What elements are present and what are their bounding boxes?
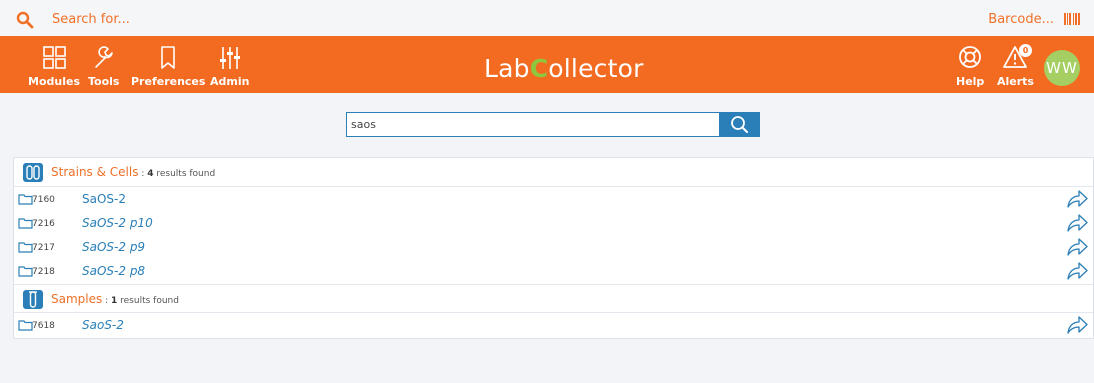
section-separator: :: [138, 169, 148, 179]
folder-icon[interactable]: [18, 242, 33, 253]
nav-preferences-label: Preferences: [131, 75, 206, 88]
result-id: 7217: [32, 243, 55, 253]
nav-modules[interactable]: Modules: [28, 45, 80, 88]
result-row[interactable]: 7218 SaOS-2 p8: [14, 260, 1093, 284]
strains-cells-module-icon[interactable]: [23, 163, 43, 182]
nav-admin[interactable]: Admin: [210, 45, 249, 88]
nav-help-label: Help: [956, 75, 985, 88]
result-row[interactable]: 7160 SaOS-2: [14, 188, 1093, 212]
search-icon[interactable]: [16, 11, 34, 29]
share-arrow-icon[interactable]: [1066, 189, 1088, 209]
main-search-form: [346, 112, 760, 137]
logo-text-lab: Lab: [484, 54, 530, 83]
result-name-link[interactable]: SaOS-2 p10: [82, 216, 153, 230]
global-search-input[interactable]: Search for...: [52, 12, 130, 27]
logo-text-c: C: [529, 54, 549, 83]
section-header-strains-cells: Strains & Cells : 4 results found: [14, 158, 1093, 187]
bookmark-icon: [161, 46, 176, 69]
result-name-link[interactable]: SaOS-2 p8: [82, 264, 145, 278]
top-search-bar: Search for... Barcode...: [0, 0, 1094, 36]
test-tubes-icon: [26, 165, 40, 180]
folder-icon[interactable]: [18, 218, 33, 229]
result-name-link[interactable]: SaOS-2: [82, 192, 126, 206]
result-id: 7160: [32, 195, 55, 205]
folder-icon[interactable]: [18, 194, 33, 205]
lifebuoy-icon: [959, 46, 982, 68]
result-row[interactable]: 7217 SaOS-2 p9: [14, 236, 1093, 260]
results-count-suffix: results found: [153, 169, 216, 179]
alerts-count-badge: 0: [1019, 44, 1032, 57]
result-name-link[interactable]: SaOS-2 p9: [82, 240, 145, 254]
grid-icon: [43, 46, 66, 69]
wrench-icon: [94, 46, 113, 68]
search-input[interactable]: [346, 112, 719, 137]
results-count-suffix: results found: [117, 296, 179, 306]
nav-tools-label: Tools: [88, 75, 120, 88]
section-title: Samples : 1 results found: [51, 292, 179, 306]
search-button[interactable]: [719, 112, 760, 137]
share-arrow-icon[interactable]: [1066, 315, 1088, 335]
section-title-text[interactable]: Samples: [51, 292, 102, 306]
folder-icon[interactable]: [18, 320, 33, 331]
section-separator: :: [102, 296, 112, 306]
section-title-text[interactable]: Strains & Cells: [51, 165, 138, 179]
share-arrow-icon[interactable]: [1066, 237, 1088, 257]
result-row[interactable]: 7216 SaOS-2 p10: [14, 212, 1093, 236]
section-header-samples: Samples : 1 results found: [14, 284, 1093, 313]
nav-modules-label: Modules: [28, 75, 80, 88]
result-id: 7618: [32, 321, 55, 331]
results-count: 1 results found: [111, 296, 179, 306]
nav-preferences[interactable]: Preferences: [131, 45, 205, 88]
folder-icon[interactable]: [18, 266, 33, 277]
sliders-icon: [219, 47, 240, 69]
nav-alerts-label: Alerts: [997, 75, 1034, 88]
main-header: Modules Tools Preferences Admin LabColle…: [0, 36, 1094, 93]
barcode-search-link[interactable]: Barcode...: [988, 12, 1054, 27]
result-row[interactable]: 7618 SaoS-2: [14, 314, 1093, 338]
share-arrow-icon[interactable]: [1066, 261, 1088, 281]
logo-text-ollector: ollector: [548, 54, 644, 83]
result-id: 7216: [32, 219, 55, 229]
nav-admin-label: Admin: [210, 75, 250, 88]
nav-tools[interactable]: Tools: [88, 45, 119, 88]
labcollector-logo[interactable]: LabCollector: [484, 54, 644, 83]
search-results-panel: Strains & Cells : 4 results found 7160 S…: [13, 157, 1094, 339]
results-count: 4 results found: [147, 169, 215, 179]
section-title: Strains & Cells : 4 results found: [51, 165, 215, 179]
result-id: 7218: [32, 267, 55, 277]
vial-icon: [29, 291, 37, 308]
result-name-link[interactable]: SaoS-2: [82, 318, 124, 332]
nav-help[interactable]: Help: [956, 45, 984, 88]
barcode-icon[interactable]: [1064, 13, 1080, 25]
samples-module-icon[interactable]: [23, 290, 43, 309]
search-icon: [731, 116, 748, 133]
user-avatar[interactable]: WW: [1044, 50, 1080, 86]
share-arrow-icon[interactable]: [1066, 213, 1088, 233]
